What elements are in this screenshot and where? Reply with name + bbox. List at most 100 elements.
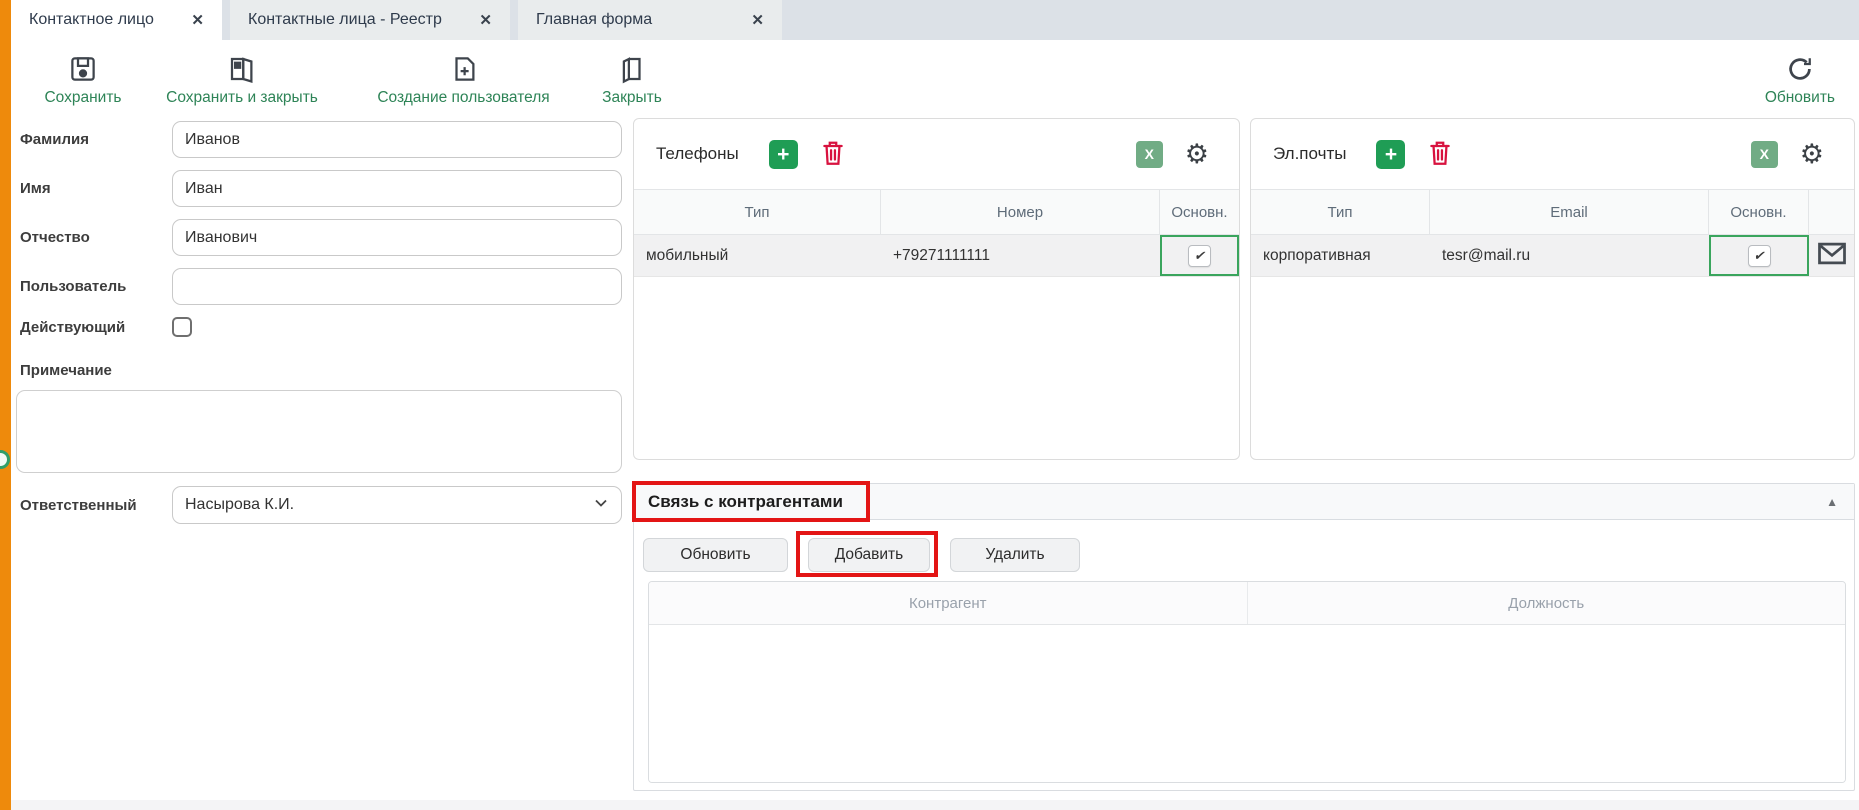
emails-title: Эл.почты [1273,144,1346,164]
bottom-strip [11,800,1859,810]
column-header-actions [1809,190,1854,234]
email-address-cell: tesr@mail.ru [1430,235,1709,276]
column-header[interactable]: Тип [634,190,881,234]
phones-header: Телефоны + X ⚙ [634,119,1239,189]
close-icon[interactable]: ✕ [191,11,204,29]
responsible-value: Насырова К.И. [185,496,294,514]
contractors-refresh-button[interactable]: Обновить [643,538,788,572]
user-row: Пользователь [20,268,622,305]
phone-number-cell: +79271111111 [881,235,1160,276]
responsible-select[interactable]: Насырова К.И. [172,486,622,524]
firstname-label: Имя [20,180,172,197]
contact-form-window: Контактное лицо ✕ Контактные лица - Реес… [0,0,1859,810]
middlename-input[interactable] [172,219,622,256]
middlename-label: Отчество [20,229,172,246]
column-header[interactable]: Тип [1251,190,1430,234]
tab-label: Главная форма [536,11,652,29]
main-email-checkbox[interactable]: ✔ [1748,245,1771,267]
contractors-add-button[interactable]: Добавить [808,538,930,572]
phones-table-header: Тип Номер Основн. [634,189,1239,235]
gear-icon[interactable]: ⚙ [1185,141,1209,168]
delete-phone-button[interactable] [820,139,846,170]
column-header[interactable]: Email [1430,190,1709,234]
email-type-cell: корпоративная [1251,235,1430,276]
firstname-row: Имя [20,170,622,207]
left-accent-bar [0,0,11,810]
user-label: Пользователь [20,278,172,295]
emails-panel: Эл.почты + X ⚙ Тип Email Основн. [1250,118,1855,460]
trash-icon [1427,155,1453,170]
close-door-icon [617,54,647,84]
close-button[interactable]: Закрыть [590,52,674,109]
export-emails-excel-button[interactable]: X [1751,141,1778,168]
collapse-icon[interactable]: ▲ [1826,495,1838,509]
save-and-close-button[interactable]: Сохранить и закрыть [147,52,337,109]
tab-contact-person[interactable]: Контактное лицо ✕ [11,0,222,40]
close-icon[interactable]: ✕ [751,11,764,29]
close-icon[interactable]: ✕ [479,11,492,29]
refresh-label: Обновить [1765,89,1835,107]
note-textarea[interactable] [16,390,622,473]
tab-bar: Контактное лицо ✕ Контактные лица - Реес… [0,0,1859,40]
toolbar-right-group: Обновить [1761,52,1839,109]
contractors-delete-button[interactable]: Удалить [950,538,1080,572]
phones-panel: Телефоны + X ⚙ Тип Номер Основн. [633,118,1240,460]
phone-main-cell: ✔ [1160,235,1239,276]
user-input[interactable] [172,268,622,305]
column-header[interactable]: Основн. [1160,190,1239,234]
plus-icon: + [777,143,789,166]
gear-icon[interactable]: ⚙ [1800,141,1824,168]
contact-form: Фамилия Имя Отчество Пользователь Действ… [0,120,630,680]
column-header[interactable]: Основн. [1709,190,1809,234]
middlename-row: Отчество [20,219,622,256]
save-button[interactable]: Сохранить [33,52,133,109]
excel-icon: X [1145,146,1154,162]
tab-main-form[interactable]: Главная форма ✕ [518,0,782,40]
save-icon [68,54,98,84]
export-phones-excel-button[interactable]: X [1136,141,1163,168]
contractors-table: Контрагент Должность [648,581,1846,783]
tab-label: Контактные лица - Реестр [248,11,442,29]
firstname-input[interactable] [172,170,622,207]
delete-email-button[interactable] [1427,139,1453,170]
lastname-label: Фамилия [20,131,172,148]
lastname-row: Фамилия [20,121,622,158]
emails-table-header: Тип Email Основн. [1251,189,1854,235]
send-email-cell[interactable] [1809,235,1854,276]
column-header[interactable]: Контрагент [649,582,1248,624]
refresh-icon [1785,54,1815,84]
active-row: Действующий [20,317,622,337]
note-label: Примечание [20,362,112,379]
lastname-input[interactable] [172,121,622,158]
plus-icon: + [1385,143,1397,166]
phone-type-cell: мобильный [634,235,881,276]
save-and-close-icon [227,54,257,84]
contractors-title: Связь с контрагентами [648,492,843,512]
check-icon: ✔ [1754,248,1765,264]
email-main-cell: ✔ [1709,235,1809,276]
refresh-button[interactable]: Обновить [1761,52,1839,109]
excel-icon: X [1760,146,1769,162]
add-email-button[interactable]: + [1376,140,1405,169]
main-phone-checkbox[interactable]: ✔ [1188,245,1211,267]
column-header[interactable]: Должность [1248,582,1846,624]
email-table-row[interactable]: корпоративная tesr@mail.ru ✔ [1251,235,1854,277]
contractors-table-header: Контрагент Должность [649,582,1845,625]
add-phone-button[interactable]: + [769,140,798,169]
close-label: Закрыть [602,89,662,107]
active-checkbox[interactable] [172,317,192,337]
create-user-icon [449,54,479,84]
tab-contacts-registry[interactable]: Контактные лица - Реестр ✕ [230,0,510,40]
create-user-button[interactable]: Создание пользователя [351,52,576,109]
phones-title: Телефоны [656,144,739,164]
toolbar: Сохранить Сохранить и закрыть [11,40,1859,120]
contractors-collapse-header[interactable]: Связь с контрагентами ▲ [634,484,1854,520]
contractors-toolbar: Обновить Добавить Удалить [634,520,1854,572]
active-label: Действующий [20,319,172,336]
column-header[interactable]: Номер [881,190,1160,234]
phone-table-row[interactable]: мобильный +79271111111 ✔ [634,235,1239,277]
save-and-close-label: Сохранить и закрыть [166,89,318,107]
check-icon: ✔ [1194,248,1205,264]
chevron-down-icon [593,495,609,516]
emails-header: Эл.почты + X ⚙ [1251,119,1854,189]
